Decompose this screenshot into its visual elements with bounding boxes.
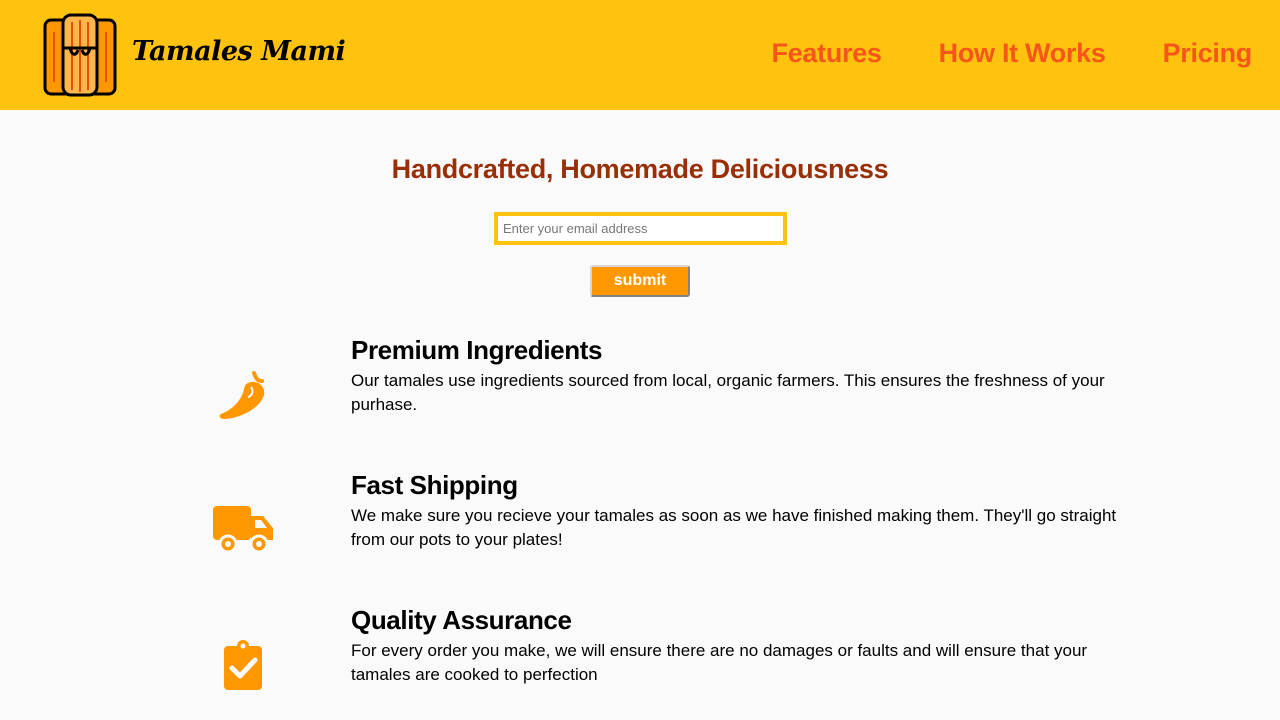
feature-title: Fast Shipping (351, 470, 518, 500)
nav-link-how-it-works[interactable]: How It Works (939, 38, 1106, 69)
site-header: Tamales Mami Features How It Works Prici… (0, 0, 1280, 110)
main-nav: Features How It Works Pricing (715, 38, 1253, 69)
tamale-logo-icon (43, 13, 117, 97)
chili-pepper-icon (219, 371, 265, 419)
feature-title: Premium Ingredients (351, 335, 603, 365)
truck-icon (213, 506, 273, 554)
feature-quality-assurance: Quality Assurance For every order you ma… (0, 605, 1280, 705)
feature-text: Our tamales use ingredients sourced from… (351, 371, 1105, 414)
feature-icon-wrap (193, 615, 293, 715)
email-input[interactable] (494, 212, 787, 245)
feature-text: For every order you make, we will ensure… (351, 641, 1088, 684)
clipboard-check-icon (224, 640, 262, 690)
feature-text: We make sure you recieve your tamales as… (351, 506, 1117, 549)
nav-link-features[interactable]: Features (772, 38, 882, 69)
feature-fast-shipping: Fast Shipping We make sure you recieve y… (0, 470, 1280, 570)
logo[interactable] (42, 12, 118, 98)
brand-name: Tamales Mami (132, 36, 346, 67)
feature-icon-wrap (193, 345, 293, 445)
feature-premium-ingredients: Premium Ingredients Our tamales use ingr… (0, 335, 1280, 435)
feature-title: Quality Assurance (351, 605, 572, 635)
nav-link-pricing[interactable]: Pricing (1163, 38, 1253, 69)
submit-button[interactable]: submit (590, 265, 690, 297)
hero-title: Handcrafted, Homemade Deliciousness (391, 154, 889, 184)
feature-icon-wrap (193, 480, 293, 580)
